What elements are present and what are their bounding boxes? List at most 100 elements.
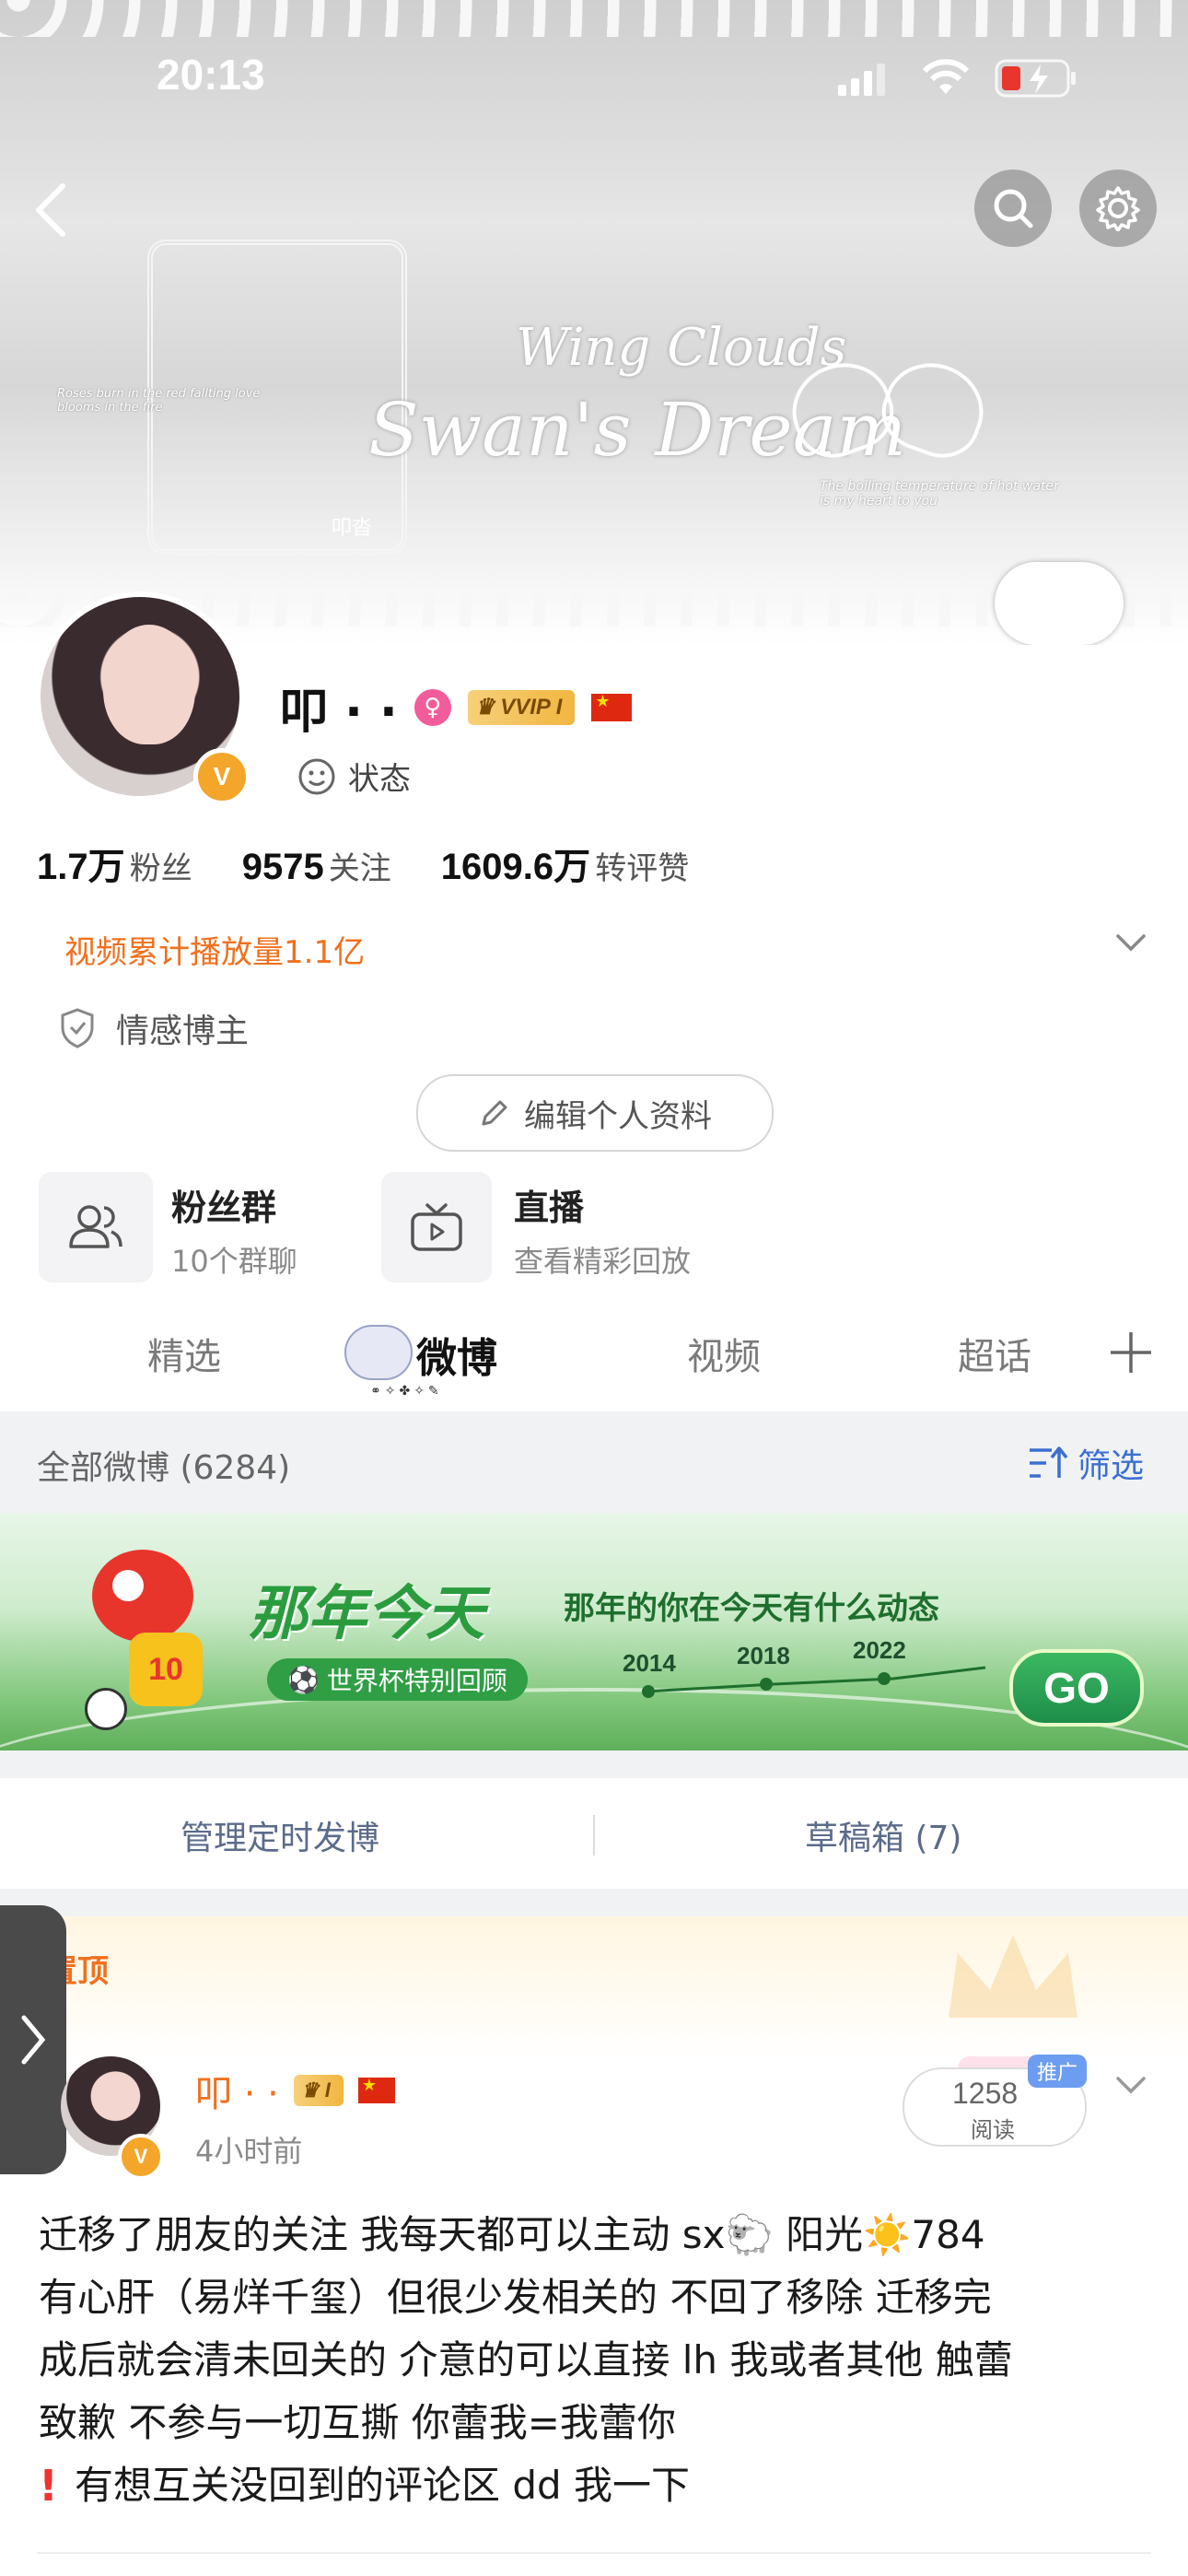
crown-watermark-icon [939, 1926, 1087, 2036]
live-icon-box[interactable] [381, 1172, 492, 1282]
search-button[interactable] [974, 170, 1052, 247]
video-plays: 视频累计播放量1.1亿 [64, 934, 366, 971]
mascot-eye [112, 1570, 144, 1601]
soccer-icon: ⚽ [287, 1664, 320, 1695]
chevron-right-icon [18, 2012, 48, 2067]
cloud-mascot-icon [344, 1325, 413, 1380]
status-chip[interactable]: 状态 [297, 754, 411, 799]
post-vip-badge: ♛ I [293, 2075, 344, 2106]
tab-active-indicator: ⚭✧✤✧✎ [370, 1384, 443, 1399]
status-time: 20:13 [157, 51, 265, 99]
year-2022: 2022 [853, 1636, 906, 1664]
mascot-sticker [995, 562, 1124, 645]
tab-featured[interactable]: 精选 [147, 1327, 221, 1380]
banner-name-tag: 叩沓 [332, 517, 373, 540]
post-author-name[interactable]: 叩 · · [195, 2064, 279, 2117]
world-cup-badge: ⚽ 世界杯特别回顾 [267, 1658, 528, 1701]
profile-stats: 1.7万 粉丝 9575 关注 1609.6万 转评赞 [37, 837, 689, 890]
mascot-jersey: 10 [129, 1633, 203, 1706]
status-smile-icon [297, 756, 337, 797]
following-label: 关注 [328, 850, 391, 887]
china-flag-icon [357, 2076, 395, 2103]
back-icon[interactable] [28, 181, 74, 240]
post-menu-chevron-icon[interactable] [1114, 2075, 1147, 2097]
post-line: 迁移了朋友的关注 我每天都可以主动 sx🐑 阳光☀️784 [39, 2212, 985, 2257]
actions-bar: 管理定时发博 草稿箱 (7) [0, 1778, 1188, 1889]
pencil-icon [478, 1096, 511, 1130]
soccer-ball-icon [85, 1688, 127, 1730]
expand-chevron-icon[interactable] [1114, 932, 1147, 954]
status-label: 状态 [348, 761, 411, 798]
banner-right-tag: The boiling temperature of hot water is … [820, 479, 1059, 509]
post-line: 成后就会清未回关的 介意的可以直接 lh 我或者其他 触蕾 [39, 2337, 1013, 2383]
wifi-icon [921, 59, 971, 96]
female-icon: ♀ [413, 688, 451, 726]
post-line: 有心肝（易烊千玺）但很少发相关的 不回了移除 迁移完 [39, 2275, 992, 2320]
live-subtitle: 查看精彩回放 [514, 1244, 692, 1279]
tv-icon [409, 1201, 464, 1253]
profile-tag-label: 情感博主 [116, 1013, 250, 1050]
battery-icon [995, 59, 1079, 98]
post-line-alert: ! 有想互关没回到的评论区 dd 我一下 [39, 2454, 1153, 2517]
followers-stat[interactable]: 1.7万 粉丝 [37, 837, 192, 890]
filter-button[interactable]: 筛选 [1028, 1439, 1144, 1487]
side-drawer-handle[interactable] [0, 1905, 66, 2174]
settings-button[interactable] [1079, 170, 1157, 247]
post-line: 有想互关没回到的评论区 dd 我一下 [74, 2463, 691, 2508]
followers-label: 粉丝 [129, 850, 192, 887]
read-label: 阅读 [971, 2117, 1015, 2143]
year-2014: 2014 [623, 1649, 676, 1677]
lace-decoration [0, 0, 1188, 37]
go-button[interactable]: GO [1009, 1649, 1144, 1727]
drafts-button[interactable]: 草稿箱 (7) [805, 1811, 961, 1859]
crown-icon: ♛ I [300, 2078, 331, 2102]
avatar-face [103, 625, 195, 744]
filter-icon [1028, 1445, 1068, 1481]
year-2018: 2018 [737, 1642, 790, 1669]
shield-icon [59, 1007, 96, 1049]
post-author-row: 叩 · · ♛ I [195, 2064, 395, 2117]
promo-title: 那年今天 [249, 1580, 484, 1648]
weibo-mascot [92, 1550, 193, 1642]
group-icon [67, 1202, 124, 1252]
add-tab-icon[interactable] [1109, 1330, 1153, 1375]
profile-name: 叩 · · [280, 685, 398, 740]
china-flag-icon [591, 692, 633, 721]
verified-badge: V [193, 748, 250, 805]
section-gap [0, 1889, 1188, 1916]
fan-group-icon-box[interactable] [39, 1172, 153, 1282]
post-body: 迁移了朋友的关注 我每天都可以主动 sx🐑 阳光☀️784 有心肝（易烊千玺）但… [39, 2204, 1153, 2517]
profile-name-row: 叩 · · ♀ ♛ VVIP I [280, 673, 633, 742]
following-stat[interactable]: 9575 关注 [242, 843, 391, 888]
tab-video[interactable]: 视频 [687, 1327, 761, 1380]
memory-promo-banner[interactable]: 10 那年今天 那年的你在今天有什么动态 ⚽ 世界杯特别回顾 2014 2018 … [0, 1513, 1188, 1751]
crown-icon: ♛ [474, 695, 495, 720]
likes-label: 转评赞 [595, 850, 690, 887]
scheduled-posts-button[interactable]: 管理定时发博 [181, 1811, 379, 1859]
post-verified-badge: V [118, 2134, 164, 2180]
vvip-badge[interactable]: ♛ VVIP I [467, 689, 576, 725]
exclamation-icon: ! [39, 2461, 58, 2511]
profile-tag[interactable]: 情感博主 [59, 1004, 249, 1052]
tab-weibo[interactable]: 微博 [416, 1325, 497, 1384]
edit-profile-button[interactable]: 编辑个人资料 [416, 1074, 774, 1152]
vvip-label: VVIP I [500, 694, 563, 720]
filter-label: 筛选 [1077, 1447, 1145, 1485]
post-divider [37, 2552, 1151, 2554]
promote-badge[interactable]: 推广 [1028, 2055, 1088, 2088]
signal-icon [838, 63, 886, 96]
post-time: 4小时前 [195, 2134, 303, 2169]
promo-subtitle: 那年的你在今天有什么动态 [564, 1590, 939, 1627]
divider [593, 1815, 595, 1856]
all-posts-count: 全部微博 (6284) [37, 1449, 291, 1487]
post-line: 致歉 不参与一切互撕 你蕾我=我蕾你 [39, 2400, 676, 2445]
read-count: 1258 [952, 2077, 1019, 2110]
fan-group-subtitle: 10个群聊 [171, 1244, 297, 1279]
following-count: 9575 [241, 847, 324, 887]
fan-group-title[interactable]: 粉丝群 [171, 1179, 276, 1230]
live-title[interactable]: 直播 [514, 1179, 584, 1230]
feed-header: 全部微博 (6284) 筛选 [0, 1411, 1188, 1513]
world-cup-badge-label: 世界杯特别回顾 [326, 1666, 507, 1696]
likes-stat[interactable]: 1609.6万 转评赞 [441, 837, 689, 890]
tab-super-topic[interactable]: 超话 [958, 1327, 1031, 1380]
